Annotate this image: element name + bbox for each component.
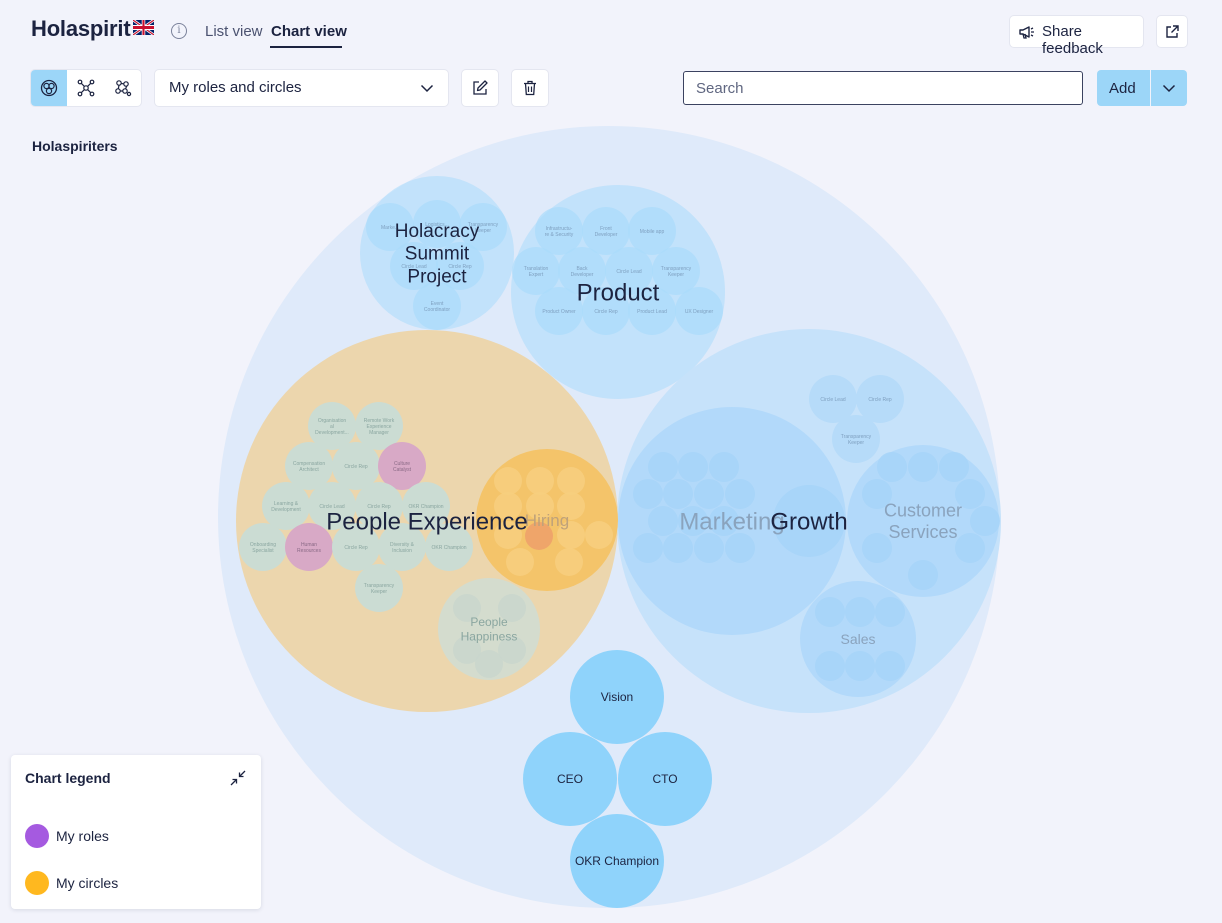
add-dropdown-button[interactable] xyxy=(1151,70,1187,106)
megaphone-icon xyxy=(1019,26,1034,39)
legend-label: My roles xyxy=(56,828,109,844)
sub-role-circle[interactable] xyxy=(633,479,663,509)
app-title: Holaspirit xyxy=(31,16,131,41)
sub-role-circle[interactable] xyxy=(908,452,938,482)
circle-label: Infrastructu-re & Security xyxy=(545,226,574,238)
legend-label: My circles xyxy=(56,875,119,891)
sub-role-circle[interactable] xyxy=(555,548,583,576)
share-feedback-button[interactable]: Share feedback xyxy=(1010,16,1143,57)
uk-flag-icon xyxy=(133,20,154,35)
sub-role-circle[interactable] xyxy=(875,651,905,681)
circle-label: CEO xyxy=(557,772,583,786)
circle-label: Circle Rep xyxy=(868,397,892,403)
sub-role-circle[interactable] xyxy=(648,452,678,482)
sub-role-circle[interactable] xyxy=(494,467,522,495)
circle-label: OKR Champion xyxy=(575,854,659,868)
edit-view-button[interactable] xyxy=(462,70,498,106)
sub-role-circle[interactable] xyxy=(663,533,693,563)
view-mode-switcher xyxy=(31,70,141,106)
sub-role-circle[interactable] xyxy=(678,452,708,482)
edit-icon xyxy=(473,80,488,95)
circle-label: People Experience xyxy=(326,508,527,535)
view-filter-value: My roles and circles xyxy=(169,79,302,96)
active-tab-indicator xyxy=(270,46,342,48)
network-view-icon xyxy=(77,79,95,97)
view-filter-select[interactable]: My roles and circles xyxy=(155,70,448,106)
cluster-view-button[interactable] xyxy=(105,70,141,106)
sub-role-circle[interactable] xyxy=(694,533,724,563)
sub-role-circle[interactable] xyxy=(526,467,554,495)
sub-role-circle[interactable] xyxy=(557,467,585,495)
circle-label: Growth xyxy=(770,508,847,535)
chart-legend: Chart legend My roles My circles xyxy=(11,755,261,909)
tab-list-view[interactable]: List view xyxy=(205,23,263,40)
tab-chart-view[interactable]: Chart view xyxy=(271,23,347,40)
circle-label: Circle Rep xyxy=(594,309,618,315)
circle-label: Diversity & Inclusion xyxy=(390,542,415,554)
circle-label: Sales xyxy=(840,631,875,647)
circle-label: Circle Rep xyxy=(344,545,368,551)
organization-label: Holaspiriters xyxy=(32,138,118,154)
sub-role-circle[interactable] xyxy=(845,597,875,627)
open-external-button[interactable] xyxy=(1157,16,1187,47)
sub-role-circle[interactable] xyxy=(908,560,938,590)
sub-role-circle[interactable] xyxy=(955,533,985,563)
legend-swatch xyxy=(25,871,49,895)
sub-role-circle[interactable] xyxy=(694,479,724,509)
sub-role-circle[interactable] xyxy=(815,597,845,627)
circle-label: Circle Rep xyxy=(344,464,368,470)
circle-label: Hiring xyxy=(525,511,569,530)
chevron-down-icon xyxy=(1162,84,1176,93)
circle-label: Product Owner xyxy=(542,309,576,315)
sub-role-circle[interactable] xyxy=(970,506,1000,536)
sub-role-circle[interactable] xyxy=(877,452,907,482)
chart-legend-title: Chart legend xyxy=(25,770,111,786)
sub-role-circle[interactable] xyxy=(725,533,755,563)
circle-label: Customer Services xyxy=(884,501,962,543)
circle-label: Circle Lead xyxy=(616,269,642,275)
circle-pack-view-button[interactable] xyxy=(31,70,67,106)
info-icon[interactable]: i xyxy=(171,23,187,39)
circle-label: Mobile app xyxy=(640,229,665,235)
trash-icon xyxy=(524,80,536,96)
sub-role-circle[interactable] xyxy=(648,506,678,536)
share-feedback-label: Share feedback xyxy=(1042,23,1103,57)
sub-role-circle[interactable] xyxy=(585,521,613,549)
circle-label: Learning & Development xyxy=(271,501,301,513)
circle-label: CTO xyxy=(652,772,677,786)
delete-view-button[interactable] xyxy=(512,70,548,106)
chevron-down-icon xyxy=(420,84,434,93)
add-button-label: Add xyxy=(1109,80,1136,97)
network-view-button[interactable] xyxy=(68,70,104,106)
circle-label: Onboarding Specialist xyxy=(250,542,276,554)
legend-swatch xyxy=(25,824,49,848)
external-link-icon xyxy=(1166,25,1179,38)
top-bar: Holaspirit i List view Chart view Share … xyxy=(0,0,1222,64)
sub-role-circle[interactable] xyxy=(875,597,905,627)
search-input[interactable] xyxy=(683,71,1083,105)
cluster-view-icon xyxy=(115,80,132,97)
circle-pack-view-icon xyxy=(40,79,58,97)
sub-role-circle[interactable] xyxy=(663,479,693,509)
circle-label: UX Designer xyxy=(685,309,714,315)
sub-role-circle[interactable] xyxy=(815,651,845,681)
add-button[interactable]: Add xyxy=(1097,70,1150,106)
sub-role-circle[interactable] xyxy=(633,533,663,563)
sub-role-circle[interactable] xyxy=(475,650,503,678)
sub-role-circle[interactable] xyxy=(725,479,755,509)
sub-role-circle[interactable] xyxy=(506,548,534,576)
circle-label: Product Lead xyxy=(637,309,667,315)
collapse-icon[interactable] xyxy=(229,769,247,787)
circle-label: Product xyxy=(577,279,660,306)
circle-label: Circle Lead xyxy=(820,397,846,403)
sub-role-circle[interactable] xyxy=(939,452,969,482)
circle-label: Vision xyxy=(601,690,633,704)
circle-label: OKR Champion xyxy=(431,545,466,551)
circle-label: Culture Catalyst xyxy=(393,461,412,473)
circle-label: Marketing xyxy=(679,508,784,535)
sub-role-circle[interactable] xyxy=(845,651,875,681)
sub-role-circle[interactable] xyxy=(709,452,739,482)
